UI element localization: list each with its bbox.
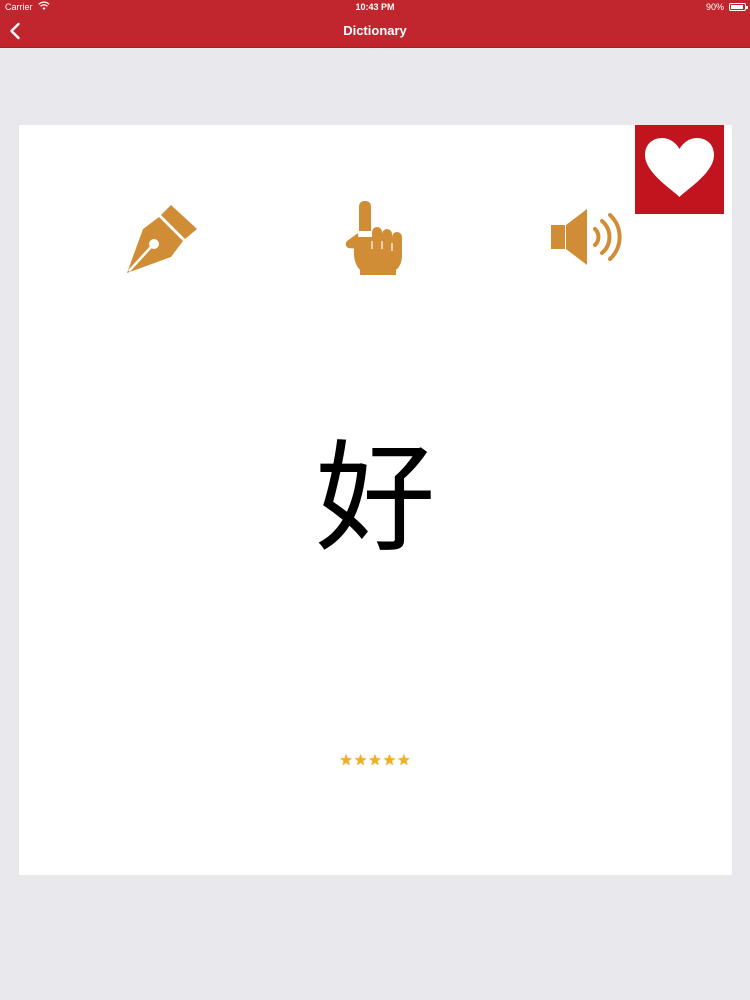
hanzi-character: 好 [315,430,436,569]
heart-icon [645,138,714,197]
star-rating: ★★★★★ [339,752,412,769]
battery-percent: 90% [705,2,724,12]
character-card: 好 ★★★★★ [19,125,732,875]
page-title: Dictionary [343,23,407,38]
speaker-icon[interactable] [549,205,625,269]
favorite-button[interactable] [635,125,724,214]
pointing-hand-icon[interactable] [344,201,404,275]
clock: 10:43 PM [355,2,395,12]
pen-nib-icon[interactable] [123,201,199,273]
battery-icon [729,3,748,11]
navigation-bar: Dictionary [0,15,750,48]
status-bar: Carrier 10:43 PM 90% [0,0,750,15]
